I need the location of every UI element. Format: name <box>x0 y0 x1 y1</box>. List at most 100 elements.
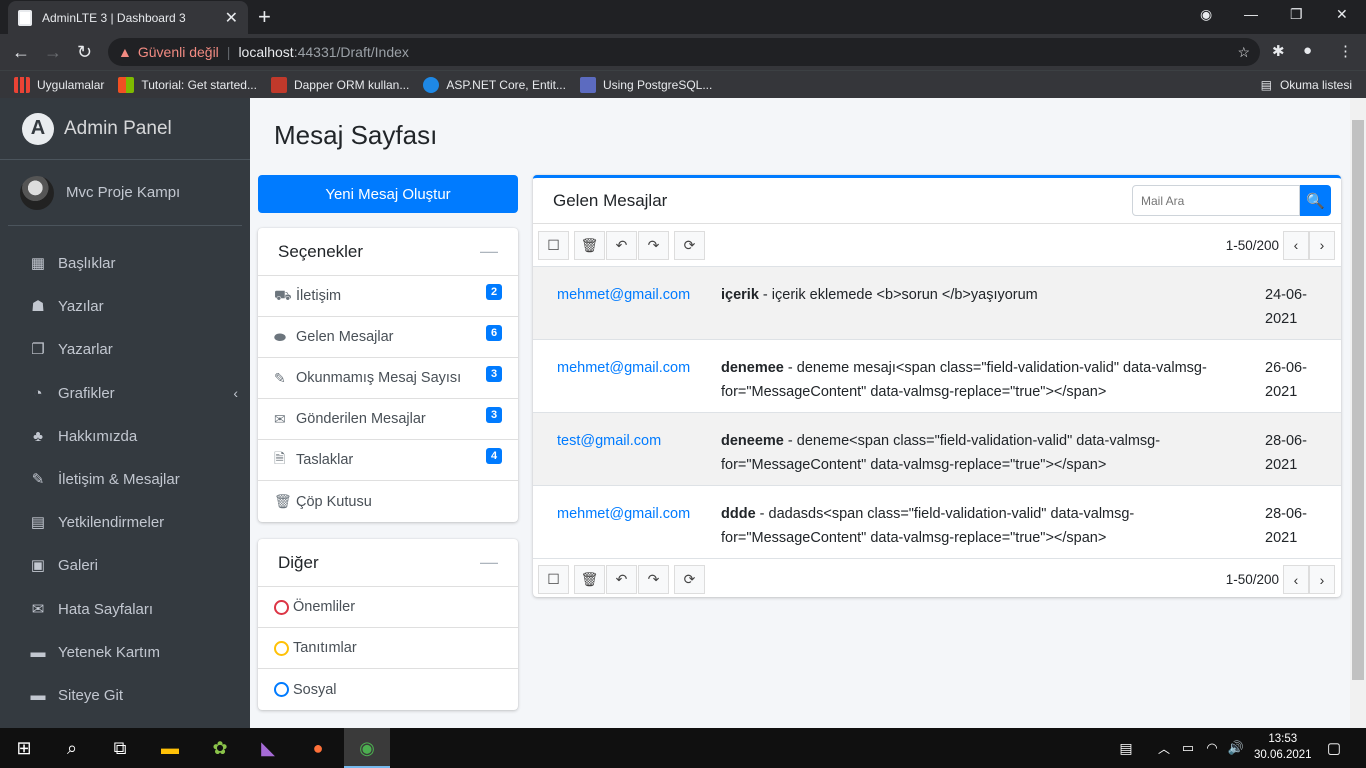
message-row[interactable]: mehmet@gmail.com ddde - dadasds<span cla… <box>533 485 1341 558</box>
search-icon[interactable]: ⌕ <box>60 736 84 760</box>
user-panel[interactable]: Mvc Proje Kampı <box>8 160 242 226</box>
sidebar-item-hakkimizda[interactable]: ♣ Hakkımızda <box>28 421 238 451</box>
maximize-button[interactable]: ❐ <box>1290 6 1303 23</box>
chevron-right-icon: › <box>1319 571 1325 588</box>
minimize-button[interactable]: — <box>1244 6 1258 22</box>
delete-button[interactable]: 🗑 <box>574 565 605 594</box>
sidebar-item-siteye-git[interactable]: ▬ Siteye Git <box>28 680 238 710</box>
inbox-title: Gelen Mesajlar <box>553 190 668 210</box>
folder-gelen[interactable]: ⬬ Gelen Mesajlar 6 <box>258 317 518 358</box>
bookmark-item[interactable]: Dapper ORM kullan... <box>270 76 409 93</box>
task-view-icon[interactable]: ⧉ <box>108 736 132 760</box>
next-page-button[interactable]: › <box>1309 565 1335 594</box>
notifications-icon[interactable]: ▢ <box>1322 736 1346 760</box>
next-page-button[interactable]: › <box>1309 230 1335 260</box>
firefox-icon[interactable]: ● <box>306 736 330 760</box>
menu-icon[interactable]: ⋮ <box>1338 42 1353 60</box>
forward-icon[interactable]: → <box>44 42 62 63</box>
wifi-icon[interactable]: ◠ <box>1200 736 1224 760</box>
refresh-button[interactable]: ⟳ <box>674 565 705 594</box>
folder-taslaklar[interactable]: 🗎 Taslaklar 4 <box>258 440 518 481</box>
site-icon <box>579 76 596 93</box>
reading-list-icon: ▤ <box>1260 77 1272 92</box>
forward-button[interactable]: ↷ <box>638 230 669 260</box>
file-explorer-icon[interactable]: ▬ <box>158 736 182 760</box>
bookmark-item[interactable]: ASP.NET Core, Entit... <box>423 76 566 93</box>
options-title: Seçenekler <box>278 241 364 261</box>
new-tab-button[interactable]: + <box>258 4 271 30</box>
reading-list[interactable]: ▤ Okuma listesi <box>1261 78 1352 92</box>
reply-button[interactable]: ↶ <box>606 230 637 260</box>
folder-iletisim[interactable]: ⛟ İletişim 2 <box>258 276 518 317</box>
bookmark-item[interactable]: Tutorial: Get started... <box>118 76 257 93</box>
battery-icon[interactable]: ▭ <box>1176 736 1200 760</box>
new-message-button[interactable]: Yeni Mesaj Oluştur <box>258 175 518 213</box>
sidebar-item-galeri[interactable]: ▣ Galeri <box>28 550 238 580</box>
forward-button[interactable]: ↷ <box>638 565 669 594</box>
sidebar-item-yetenek[interactable]: ▬ Yetenek Kartım <box>28 637 238 667</box>
folder-okunmamis[interactable]: ✎ Okunmamış Mesaj Sayısı 3 <box>258 358 518 399</box>
sidebar-item-basliklar[interactable]: ▦ Başlıklar <box>28 248 238 278</box>
windows-start-icon[interactable]: ⊞ <box>12 736 36 760</box>
truck-icon: ⛟ <box>274 286 292 303</box>
prev-page-button[interactable]: ‹ <box>1283 565 1309 594</box>
e-icon <box>270 76 287 93</box>
collapse-icon[interactable]: — <box>480 552 498 573</box>
system-clock[interactable]: 13:53 30.06.2021 <box>1254 731 1312 763</box>
sidebar-item-hata[interactable]: ✉ Hata Sayfaları <box>28 594 238 624</box>
label-onemliler[interactable]: Önemliler <box>258 587 518 628</box>
app-icon[interactable]: ✿ <box>208 736 232 760</box>
brand-link[interactable]: A Admin Panel <box>0 98 250 160</box>
sidebar-item-yetkilendirmeler[interactable]: ▤ Yetkilendirmeler <box>28 507 238 537</box>
browser-tab[interactable]: AdminLTE 3 | Dashboard 3 ✕ <box>8 1 248 34</box>
sync-icon: ⟳ <box>683 571 696 587</box>
back-icon[interactable]: ← <box>12 42 30 63</box>
extensions-icon[interactable]: ✱ <box>1272 42 1285 60</box>
chevron-up-icon[interactable]: ︿ <box>1152 736 1176 760</box>
message-row[interactable]: test@gmail.com deneeme - deneme<span cla… <box>533 412 1341 485</box>
message-row[interactable]: mehmet@gmail.com içerik - içerik eklemed… <box>533 266 1341 339</box>
search-input[interactable] <box>1132 185 1300 216</box>
folder-gonderilen[interactable]: ✉ Gönderilen Mesajlar 3 <box>258 399 518 440</box>
volume-icon[interactable]: 🔊 <box>1224 736 1248 760</box>
reload-icon[interactable]: ↻ <box>77 42 92 63</box>
message-sender[interactable]: mehmet@gmail.com <box>533 502 721 558</box>
count-badge: 2 <box>486 284 502 300</box>
profile-dropdown-icon[interactable]: ◉ <box>1200 6 1212 23</box>
chrome-taskbar-button[interactable]: ◉ <box>344 728 390 768</box>
label-tanitimlar[interactable]: Tanıtımlar <box>258 628 518 669</box>
visual-studio-icon[interactable]: ◣ <box>256 736 280 760</box>
keyboard-icon[interactable]: ▤ <box>1114 736 1138 760</box>
reply-button[interactable]: ↶ <box>606 565 637 594</box>
folder-cop[interactable]: 🗑 Çöp Kutusu <box>258 481 518 522</box>
refresh-button[interactable]: ⟳ <box>674 230 705 260</box>
select-all-button[interactable]: ☐ <box>538 230 569 260</box>
prev-page-button[interactable]: ‹ <box>1283 230 1309 260</box>
sidebar-item-grafikler[interactable]: ◔ Grafikler ‹ <box>28 378 238 408</box>
sidebar-item-yazarlar[interactable]: ❐ Yazarlar <box>28 334 238 364</box>
circle-icon <box>274 640 289 656</box>
close-tab-icon[interactable]: ✕ <box>225 8 238 28</box>
search-button[interactable]: 🔍 <box>1300 185 1331 216</box>
bookmark-star-icon[interactable]: ☆ <box>1237 44 1250 61</box>
profile-icon[interactable]: ● <box>1303 42 1312 59</box>
sidebar-item-iletisim[interactable]: ✎ İletişim & Mesajlar <box>28 464 238 494</box>
scrollbar-thumb[interactable] <box>1352 120 1364 680</box>
select-all-button[interactable]: ☐ <box>538 565 569 594</box>
message-sender[interactable]: test@gmail.com <box>533 429 721 485</box>
message-sender[interactable]: mehmet@gmail.com <box>533 283 721 339</box>
share-icon: ↷ <box>647 236 660 253</box>
close-window-button[interactable]: ✕ <box>1336 6 1348 23</box>
bookmark-apps[interactable]: Uygulamalar <box>14 76 104 93</box>
sidebar-item-yazilar[interactable]: ☗ Yazılar <box>28 291 238 321</box>
delete-button[interactable]: 🗑 <box>574 230 605 260</box>
bookmark-item[interactable]: Using PostgreSQL... <box>579 76 712 93</box>
message-sender[interactable]: mehmet@gmail.com <box>533 356 721 412</box>
url-field[interactable]: ▲ Güvenli değil | localhost :44331/Draft… <box>108 38 1260 66</box>
message-row[interactable]: mehmet@gmail.com denemee - deneme mesajı… <box>533 339 1341 412</box>
message-date: 28-06-2021 <box>1265 433 1307 473</box>
collapse-icon[interactable]: — <box>480 241 498 262</box>
label-sosyal[interactable]: Sosyal <box>258 669 518 710</box>
tree-icon: ♣ <box>33 427 43 445</box>
trash-icon: 🗑 <box>580 571 599 587</box>
